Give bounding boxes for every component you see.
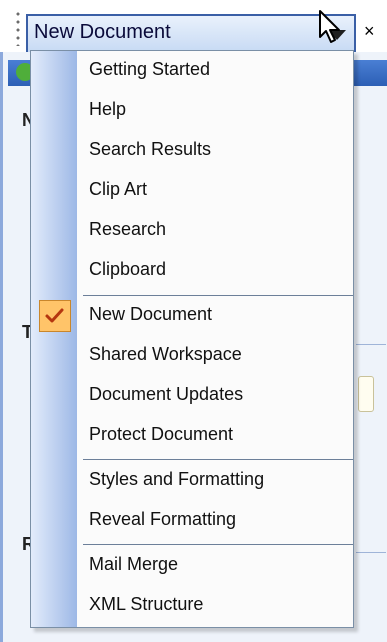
menu-item-document-updates[interactable]: Document Updates <box>31 376 353 416</box>
task-pane-menu: Getting Started Help Search Results Clip… <box>30 50 354 628</box>
menu-item-label: Document Updates <box>89 384 244 404</box>
menu-item-shared-workspace[interactable]: Shared Workspace <box>31 336 353 376</box>
menu-item-mail-merge[interactable]: Mail Merge <box>31 546 353 586</box>
menu-item-label: Protect Document <box>89 424 234 444</box>
menu-item-label: Clip Art <box>89 179 148 199</box>
menu-item-new-document[interactable]: New Document <box>31 296 353 336</box>
menu-item-label: New Document <box>89 304 213 324</box>
menu-item-clip-art[interactable]: Clip Art <box>31 171 353 211</box>
menu-item-protect-document[interactable]: Protect Document <box>31 416 353 456</box>
menu-separator <box>83 459 353 460</box>
menu-item-xml-structure[interactable]: XML Structure <box>31 586 353 626</box>
menu-item-search-results[interactable]: Search Results <box>31 131 353 171</box>
menu-item-label: Search Results <box>89 139 212 159</box>
task-pane-title: New Document <box>34 21 171 43</box>
pane-divider <box>356 344 386 345</box>
mouse-cursor-icon <box>319 10 340 43</box>
menu-item-label: Getting Started <box>89 59 211 79</box>
menu-item-help[interactable]: Help <box>31 91 353 131</box>
menu-item-label: Mail Merge <box>89 554 179 574</box>
drag-grip-icon[interactable] <box>14 10 22 46</box>
menu-separator <box>83 544 353 545</box>
menu-item-research[interactable]: Research <box>31 211 353 251</box>
menu-item-clipboard[interactable]: Clipboard <box>31 251 353 291</box>
pane-input-edge <box>358 376 374 412</box>
menu-item-label: Reveal Formatting <box>89 509 237 529</box>
menu-item-reveal-formatting[interactable]: Reveal Formatting <box>31 501 353 541</box>
menu-item-label: Help <box>89 99 127 119</box>
menu-item-label: Research <box>89 219 167 239</box>
pane-divider <box>356 552 386 553</box>
menu-item-label: XML Structure <box>89 594 204 614</box>
menu-item-label: Clipboard <box>89 259 167 279</box>
menu-item-label: Styles and Formatting <box>89 469 265 489</box>
menu-item-label: Shared Workspace <box>89 344 242 364</box>
task-pane-switcher[interactable]: New Document <box>26 14 356 52</box>
task-pane-window: New Document × N T R Getting Started Hel… <box>0 0 387 642</box>
menu-item-styles-and-formatting[interactable]: Styles and Formatting <box>31 461 353 501</box>
menu-item-getting-started[interactable]: Getting Started <box>31 51 353 91</box>
close-button[interactable]: × <box>364 20 375 42</box>
